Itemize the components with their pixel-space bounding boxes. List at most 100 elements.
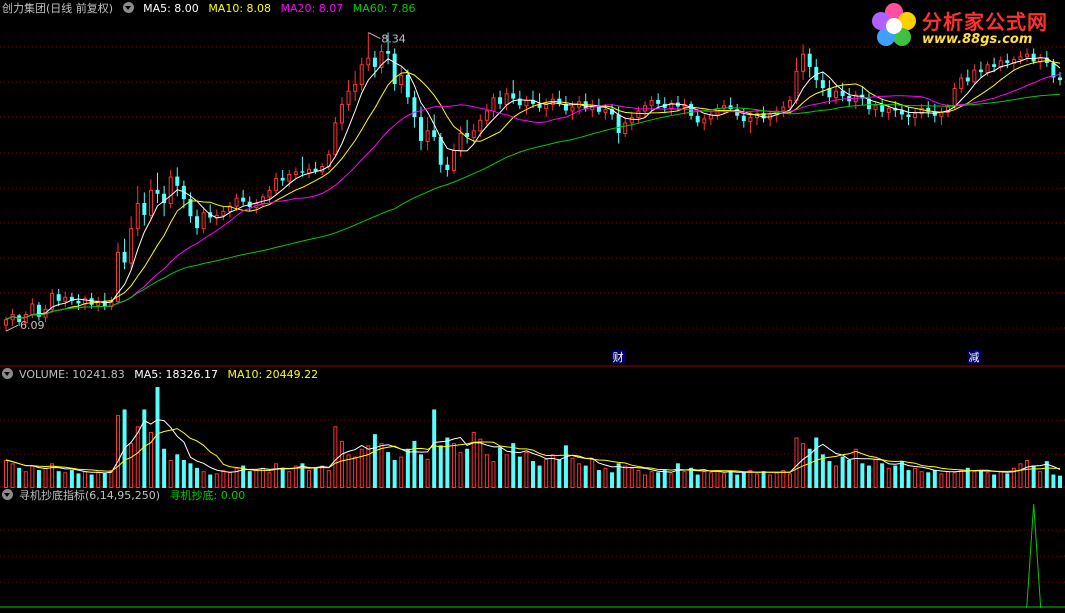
volume-bar <box>63 472 68 488</box>
volume-bar <box>623 465 628 488</box>
volume-bar <box>590 458 595 488</box>
logo-text: 分析家公式网 <box>922 10 1048 34</box>
candle-body <box>135 203 140 230</box>
volume-bar <box>181 459 186 488</box>
volume-bar <box>353 456 358 488</box>
volume-bar <box>372 434 377 488</box>
volume-bar <box>689 467 694 488</box>
candle-body <box>787 99 792 108</box>
volume-bar <box>669 473 674 489</box>
volume-bar <box>293 465 298 488</box>
volume-bar <box>735 474 740 488</box>
candle-body <box>820 80 825 89</box>
volume-bar <box>445 437 450 488</box>
volume-bar <box>465 448 470 488</box>
candle-body <box>425 130 430 142</box>
candle-body <box>419 117 424 141</box>
candle-body <box>471 130 476 138</box>
candle-body <box>1031 53 1036 62</box>
volume-bar <box>972 471 977 488</box>
candle-body <box>445 164 450 170</box>
volume-bar <box>939 473 944 489</box>
candle-body <box>504 93 509 105</box>
candle-body <box>491 97 496 112</box>
volume-bar <box>155 387 160 488</box>
candle-body <box>333 122 338 156</box>
volume-bar <box>56 471 61 488</box>
candle-body <box>122 251 127 263</box>
candle-body <box>260 196 265 205</box>
flower-logo-icon <box>872 3 916 46</box>
volume-bar <box>557 459 562 488</box>
candle-body <box>524 99 529 107</box>
candle-body <box>280 177 285 181</box>
volume-bar <box>610 472 615 488</box>
volume-bar <box>287 471 292 488</box>
logo-url: www.88gs.com <box>922 32 1033 47</box>
volume-bar <box>359 448 364 489</box>
volume-bar <box>135 426 140 489</box>
candle-body <box>801 53 806 72</box>
candle-body <box>451 150 456 171</box>
volume-bar <box>919 471 924 488</box>
volume-bar <box>69 470 74 488</box>
volume-bar <box>893 465 898 488</box>
candle-body <box>880 105 885 112</box>
candle-body <box>642 105 647 112</box>
volume-bar <box>820 454 825 488</box>
volume-bar <box>89 474 94 488</box>
candle-body <box>741 115 746 122</box>
candle-body <box>1025 53 1030 58</box>
indicator-toggle-icon[interactable] <box>2 489 13 500</box>
candle-body <box>129 228 134 264</box>
event-marker-label: 减 <box>968 351 979 364</box>
volume-bar <box>873 458 878 488</box>
low-price-label: 6.09 <box>20 319 45 332</box>
candle-body <box>623 122 628 134</box>
volume-bar <box>339 440 344 488</box>
volume-bar <box>840 456 845 488</box>
volume-bar <box>419 454 424 488</box>
candle-body <box>412 97 417 118</box>
legend-toggle-icon[interactable] <box>122 2 134 13</box>
candle-body <box>939 111 944 117</box>
volume-bar <box>76 473 81 488</box>
volume-bar <box>451 443 456 488</box>
volume-bar <box>899 461 904 488</box>
candle-body <box>899 110 904 115</box>
candle-body <box>952 88 957 108</box>
volume-bar <box>517 456 522 488</box>
volume-bar <box>814 437 819 488</box>
volume-bar <box>511 443 516 488</box>
volume-bar <box>695 474 700 488</box>
volume-bar <box>326 470 331 489</box>
candle-body <box>873 105 878 111</box>
volume-toggle-icon[interactable] <box>2 368 13 379</box>
candle-body <box>307 168 312 174</box>
candle-body <box>906 114 911 118</box>
candle-body <box>234 197 239 207</box>
candle-body <box>76 300 81 304</box>
volume-ma5-value: MA5: 18326.17 <box>134 368 218 381</box>
volume-bar <box>102 473 107 488</box>
stock-chart: 8.34 6.09 财 减 <box>0 32 1065 609</box>
volume-bar <box>636 470 641 489</box>
ma5-value: MA5: 8.00 <box>143 2 199 15</box>
candle-body <box>293 171 298 175</box>
candle-body <box>781 106 786 112</box>
volume-bar <box>43 467 48 488</box>
volume-bar <box>847 459 852 488</box>
volume-bar <box>524 452 529 489</box>
candle-body <box>807 53 812 67</box>
volume-bar <box>129 443 134 488</box>
candle-body <box>241 197 246 202</box>
volume-bar <box>313 467 318 488</box>
candle-body <box>221 210 226 216</box>
volume-bar <box>412 440 417 488</box>
candle-body <box>30 303 35 316</box>
volume-bar <box>399 456 404 488</box>
volume-bar <box>1038 471 1043 488</box>
candle-body <box>274 177 279 191</box>
candle-body <box>965 77 970 82</box>
candle-body <box>366 57 371 66</box>
